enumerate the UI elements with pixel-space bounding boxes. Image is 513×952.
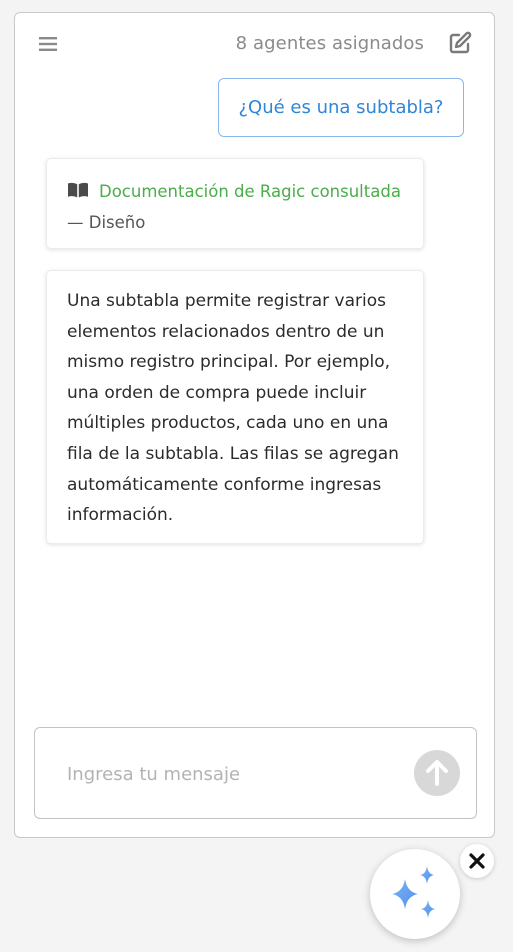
message-input[interactable] (65, 758, 399, 790)
send-button[interactable] (414, 750, 460, 796)
close-icon (469, 853, 485, 869)
hamburger-menu-icon[interactable] (39, 37, 57, 51)
assistant-launcher-button[interactable] (370, 849, 460, 939)
source-separator: — (67, 213, 84, 232)
source-section: Diseño (88, 213, 146, 232)
chat-panel: 8 agentes asignados ¿Qué es una subtabla… (14, 12, 495, 838)
assistant-answer: Una subtabla permite registrar varios el… (46, 270, 424, 544)
message-composer (34, 727, 477, 819)
source-card: Documentación de Ragic consultada — Dise… (46, 158, 424, 249)
edit-icon[interactable] (448, 31, 472, 55)
chat-header: 8 agentes asignados (15, 13, 494, 75)
close-button[interactable] (460, 844, 494, 878)
user-message-bubble[interactable]: ¿Qué es una subtabla? (218, 78, 464, 137)
agents-count[interactable]: 8 agentes asignados (236, 33, 424, 54)
sparkles-icon (392, 866, 435, 918)
book-icon (68, 182, 88, 198)
arrow-up-icon (426, 760, 448, 786)
documentation-link[interactable]: Documentación de Ragic consultada (99, 182, 401, 201)
